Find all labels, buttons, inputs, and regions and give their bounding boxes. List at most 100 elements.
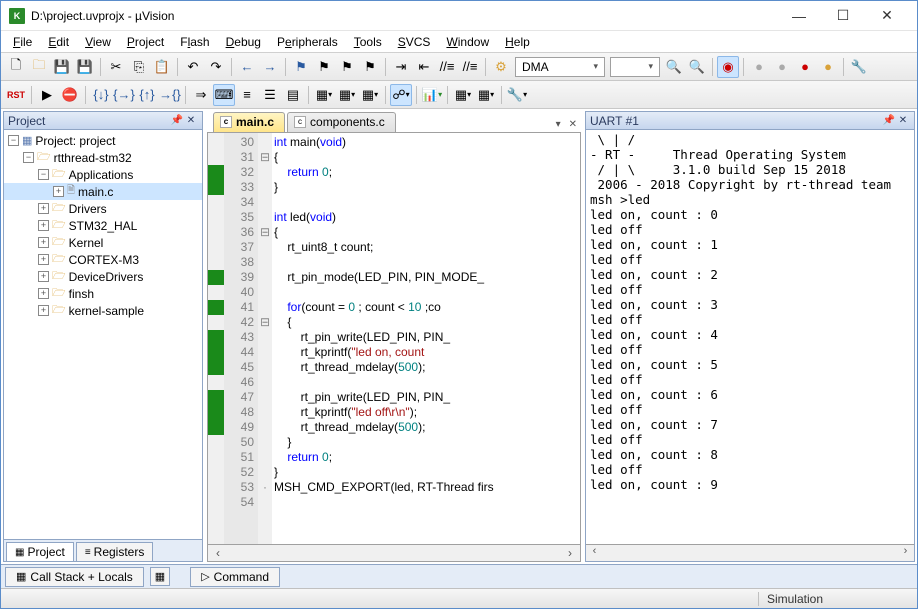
- paste-button[interactable]: 📋: [151, 56, 173, 78]
- indent-button[interactable]: ⇥: [390, 56, 412, 78]
- toolbar-standard: 🗋 🗀 💾 💾 ✂ ⎘ 📋 ↶ ↷ ← → ⚑ ⚑ ⚑ ⚑ ⇥ ⇤ //≡ //…: [1, 53, 917, 81]
- redo-button[interactable]: ↷: [205, 56, 227, 78]
- tab-memory[interactable]: ▦: [150, 567, 170, 586]
- tab-callstack[interactable]: ▦Call Stack + Locals: [5, 567, 144, 587]
- pin-icon[interactable]: 📌: [882, 114, 896, 128]
- tab-dropdown-icon[interactable]: ▾: [552, 117, 565, 132]
- menu-view[interactable]: View: [77, 33, 119, 51]
- undo-button[interactable]: ↶: [182, 56, 204, 78]
- menu-peripherals[interactable]: Peripherals: [269, 33, 346, 51]
- analysis-button[interactable]: 📊▾: [421, 84, 443, 106]
- menu-edit[interactable]: Edit: [40, 33, 77, 51]
- save-all-button[interactable]: 💾: [74, 56, 96, 78]
- bookmark-prev-button[interactable]: ⚑: [313, 56, 335, 78]
- serial-button[interactable]: ☍▾: [390, 84, 412, 106]
- project-panel-tabs: ▦Project ≡Registers: [4, 539, 202, 561]
- close-panel-icon[interactable]: ✕: [896, 114, 910, 128]
- menu-project[interactable]: Project: [119, 33, 172, 51]
- trace-button[interactable]: ▦▾: [452, 84, 474, 106]
- system-button[interactable]: ▦▾: [475, 84, 497, 106]
- watch-button[interactable]: ▦▾: [336, 84, 358, 106]
- find-in-files-button[interactable]: 🔍: [663, 56, 685, 78]
- tab-project[interactable]: ▦Project: [6, 542, 74, 561]
- menu-help[interactable]: Help: [497, 33, 538, 51]
- uncomment-button[interactable]: //≡: [459, 56, 481, 78]
- tree-node[interactable]: +🗁finsh: [4, 285, 202, 302]
- tree-node[interactable]: +🗁Kernel: [4, 234, 202, 251]
- titlebar: K D:\project.uvprojx - µVision — ☐ ✕: [1, 1, 917, 31]
- project-panel-header: Project 📌 ✕: [4, 112, 202, 130]
- outdent-button[interactable]: ⇤: [413, 56, 435, 78]
- open-file-button[interactable]: 🗀: [28, 56, 50, 78]
- bookmark-clear-button[interactable]: ⚑: [359, 56, 381, 78]
- menu-debug[interactable]: Debug: [218, 33, 269, 51]
- save-button[interactable]: 💾: [51, 56, 73, 78]
- maximize-button[interactable]: ☐: [821, 1, 865, 31]
- memory-button[interactable]: ▦▾: [359, 84, 381, 106]
- tab-registers[interactable]: ≡Registers: [76, 542, 154, 561]
- breakpoint1-button[interactable]: ●: [748, 56, 770, 78]
- project-tree[interactable]: −▦Project: project−🗁rtthread-stm32−🗁Appl…: [4, 130, 202, 539]
- cut-button[interactable]: ✂: [105, 56, 127, 78]
- stop-button[interactable]: ⛔: [59, 84, 81, 106]
- copy-button[interactable]: ⎘: [128, 56, 150, 78]
- symbols-button[interactable]: ☰: [259, 84, 281, 106]
- bookmark-button[interactable]: ⚑: [290, 56, 312, 78]
- editor-tab-main-c[interactable]: cmain.c: [213, 112, 285, 132]
- editor-area: cmain.c ccomponents.c ▾ ✕ 30313233343536…: [207, 111, 581, 562]
- bookmark-next-button[interactable]: ⚑: [336, 56, 358, 78]
- editor-tab-components-c[interactable]: ccomponents.c: [287, 112, 396, 132]
- nav-fwd-button[interactable]: →: [259, 56, 281, 78]
- menu-file[interactable]: File: [5, 33, 40, 51]
- tree-node[interactable]: +🗎main.c: [4, 183, 202, 200]
- close-button[interactable]: ✕: [865, 1, 909, 31]
- code-editor[interactable]: 3031323334353637383940414243444546474849…: [207, 133, 581, 545]
- tree-node[interactable]: +🗁Drivers: [4, 200, 202, 217]
- menu-tools[interactable]: Tools: [346, 33, 390, 51]
- nav-back-button[interactable]: ←: [236, 56, 258, 78]
- comment-button[interactable]: //≡: [436, 56, 458, 78]
- reset-button[interactable]: RST: [5, 84, 27, 106]
- window-title: D:\project.uvprojx - µVision: [31, 9, 777, 23]
- run-to-cursor-button[interactable]: →{}: [159, 84, 181, 106]
- tab-close-icon[interactable]: ✕: [565, 117, 581, 132]
- step-in-button[interactable]: {↓}: [90, 84, 112, 106]
- show-next-button[interactable]: ⇒: [190, 84, 212, 106]
- find-combo-2[interactable]: ▾: [610, 57, 660, 77]
- callstack-button[interactable]: ▦▾: [313, 84, 335, 106]
- config-button[interactable]: 🔧: [848, 56, 870, 78]
- debug-button[interactable]: ◉: [717, 56, 739, 78]
- menu-flash[interactable]: Flash: [172, 33, 217, 51]
- command-window-button[interactable]: ⌨: [213, 84, 235, 106]
- registers-button[interactable]: ▤: [282, 84, 304, 106]
- menu-window[interactable]: Window: [438, 33, 497, 51]
- breakpoint4-button[interactable]: ●: [817, 56, 839, 78]
- incremental-find-button[interactable]: 🔍: [686, 56, 708, 78]
- pin-icon[interactable]: 📌: [170, 114, 184, 128]
- disasm-button[interactable]: ≡: [236, 84, 258, 106]
- tree-node[interactable]: +🗁DeviceDrivers: [4, 268, 202, 285]
- tree-node[interactable]: −🗁Applications: [4, 166, 202, 183]
- tree-node[interactable]: −▦Project: project: [4, 132, 202, 149]
- find-combo[interactable]: DMA▾: [515, 57, 605, 77]
- new-file-button[interactable]: 🗋: [5, 56, 27, 78]
- tree-node[interactable]: +🗁kernel-sample: [4, 302, 202, 319]
- toolbox-button[interactable]: 🔧▾: [506, 84, 528, 106]
- step-out-button[interactable]: {↑}: [136, 84, 158, 106]
- find-button[interactable]: ⚙: [490, 56, 512, 78]
- breakpoint3-button[interactable]: ●: [794, 56, 816, 78]
- menu-svcs[interactable]: SVCS: [390, 33, 439, 51]
- minimize-button[interactable]: —: [777, 1, 821, 31]
- tree-node[interactable]: +🗁CORTEX-M3: [4, 251, 202, 268]
- tree-node[interactable]: −🗁rtthread-stm32: [4, 149, 202, 166]
- tree-node[interactable]: +🗁STM32_HAL: [4, 217, 202, 234]
- breakpoint2-button[interactable]: ●: [771, 56, 793, 78]
- run-button[interactable]: ▶: [36, 84, 58, 106]
- uart-output[interactable]: \ | / - RT - Thread Operating System / |…: [586, 130, 914, 544]
- step-over-button[interactable]: {→}: [113, 84, 135, 106]
- close-panel-icon[interactable]: ✕: [184, 114, 198, 128]
- uart-hscrollbar[interactable]: ‹›: [586, 544, 914, 561]
- tab-command[interactable]: ▷Command: [190, 567, 280, 587]
- editor-hscrollbar[interactable]: ‹ ›: [207, 545, 581, 562]
- scroll-left-icon: ‹: [212, 546, 224, 560]
